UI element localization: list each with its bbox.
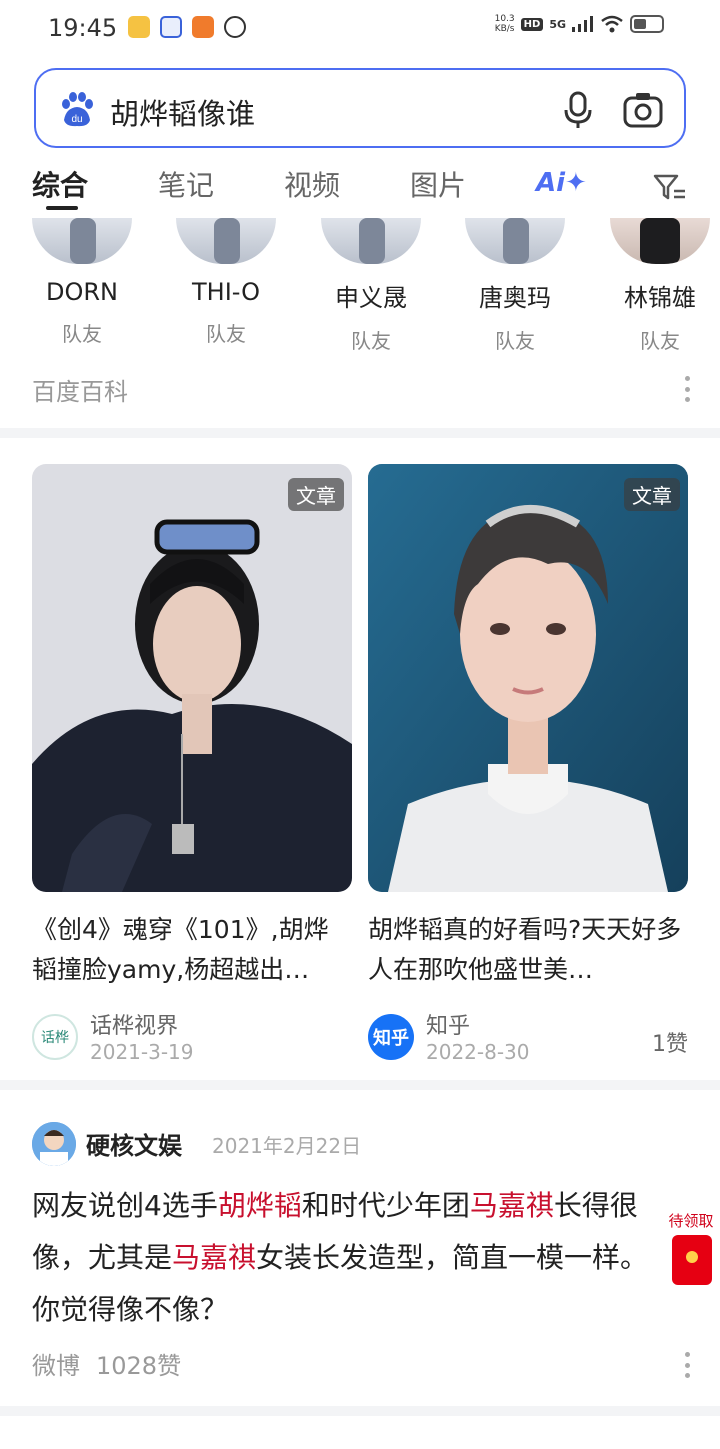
teammate-role: 队友 xyxy=(351,329,391,352)
teammate-role: 队友 xyxy=(495,329,535,352)
search-query[interactable]: 胡烨韬像谁 xyxy=(110,91,255,133)
search-tabs: 综合 笔记 视频 图片 Ai✦ xyxy=(0,160,720,210)
post-keyword: 胡烨韬 xyxy=(217,1189,302,1222)
tab-ai[interactable]: Ai✦ xyxy=(536,168,587,198)
article-card[interactable]: 文章 《创4》魂穿《101》,胡烨韬撞脸yamy,杨超越出… 话桦 话桦视界 2… xyxy=(32,464,352,1064)
net-speed-value: 10.3 xyxy=(494,14,515,24)
zhihu-logo: 知乎 xyxy=(368,1014,414,1060)
teammate-avatar xyxy=(176,218,276,264)
post-text: 和时代少年团 xyxy=(301,1189,470,1222)
section-divider xyxy=(0,1080,720,1090)
net-speed-unit: KB/s xyxy=(494,24,515,34)
post-keyword: 马嘉祺 xyxy=(469,1189,554,1222)
teammate-avatar xyxy=(321,218,421,264)
search-box[interactable]: du 胡烨韬像谁 xyxy=(34,68,686,148)
teammate-name: DORN xyxy=(46,278,118,306)
post-author[interactable]: 硬核文娱 xyxy=(86,1126,182,1161)
like-count[interactable]: 1赞 xyxy=(652,1026,688,1058)
article-meta: 话桦 话桦视界 2021-3-19 xyxy=(32,1008,352,1068)
wifi-icon xyxy=(601,15,623,33)
tab-comprehensive[interactable]: 综合 xyxy=(32,164,88,204)
teammate-card[interactable]: 唐奥玛 队友 xyxy=(455,218,575,352)
teammates-strip: DORN 队友 THI-O 队友 申义晟 队友 唐奥玛 队友 林锦雄 队友 xyxy=(0,218,720,352)
article-meta: 知乎 知乎 2022-8-30 1赞 xyxy=(368,1008,688,1068)
sync-notification-icon xyxy=(224,16,246,38)
teammate-name: 申义晟 xyxy=(335,284,407,312)
red-packet-label: 待领取 xyxy=(668,1212,714,1230)
status-bar: 19:45 10.3 KB/s HD 5G xyxy=(0,0,720,56)
app-notification-icon xyxy=(192,16,214,38)
source-name: 知乎 xyxy=(426,1014,471,1039)
microphone-icon[interactable] xyxy=(560,90,596,130)
article-thumbnail: 文章 xyxy=(32,464,352,892)
article-badge: 文章 xyxy=(624,478,680,511)
filter-icon[interactable] xyxy=(652,172,688,202)
battery-icon xyxy=(630,15,664,33)
teammate-avatar xyxy=(32,218,132,264)
post-footer: 微博 1028赞 xyxy=(32,1346,181,1381)
net-speed: 10.3 KB/s xyxy=(495,14,515,34)
article-photo xyxy=(368,464,688,892)
post-text: 网友说创4选手 xyxy=(32,1189,218,1222)
weibo-notification-icon xyxy=(128,16,150,38)
more-options-icon[interactable] xyxy=(684,376,690,402)
source-name: 话桦视界 xyxy=(90,1014,179,1039)
post-likes[interactable]: 1028赞 xyxy=(96,1352,181,1380)
tab-images[interactable]: 图片 xyxy=(410,164,466,204)
notification-icons xyxy=(128,16,246,38)
article-badge: 文章 xyxy=(288,478,344,511)
red-packet-widget[interactable]: 待领取 xyxy=(664,1210,720,1290)
teammate-name: THI-O xyxy=(191,278,260,306)
signal-bars-icon xyxy=(572,16,593,32)
teammate-card[interactable]: 林锦雄 队友 xyxy=(600,218,720,352)
red-packet-icon xyxy=(672,1235,712,1285)
tab-notes[interactable]: 笔记 xyxy=(158,164,214,204)
post-date: 2021年2月22日 xyxy=(212,1134,362,1158)
teammate-avatar xyxy=(610,218,710,264)
section-divider xyxy=(0,428,720,438)
baike-source-row: 百度百科 xyxy=(32,372,692,406)
svg-text:du: du xyxy=(71,114,82,125)
teammate-role: 队友 xyxy=(206,322,246,346)
teammate-role: 队友 xyxy=(62,322,102,346)
status-right: 10.3 KB/s HD 5G xyxy=(495,14,664,34)
section-divider xyxy=(0,1406,720,1416)
more-options-icon[interactable] xyxy=(684,1352,690,1378)
signal-label: 5G xyxy=(549,17,566,31)
teammate-name: 林锦雄 xyxy=(624,284,696,312)
article-title[interactable]: 《创4》魂穿《101》,胡烨韬撞脸yamy,杨超越出… xyxy=(32,910,352,990)
author-avatar[interactable] xyxy=(32,1122,76,1166)
post-source: 微博 xyxy=(32,1352,80,1380)
teammate-card[interactable]: DORN 队友 xyxy=(22,218,142,347)
baike-source-label[interactable]: 百度百科 xyxy=(32,378,128,406)
post-body[interactable]: 网友说创4选手胡烨韬和时代少年团马嘉祺长得很像，尤其是马嘉祺女装长发造型，简直一… xyxy=(32,1180,672,1336)
baidu-paw-icon: du xyxy=(62,92,93,127)
post-keyword: 马嘉祺 xyxy=(172,1241,257,1274)
active-tab-indicator xyxy=(46,206,78,210)
tab-videos[interactable]: 视频 xyxy=(284,164,340,204)
teammate-card[interactable]: THI-O 队友 xyxy=(166,218,286,347)
teammate-name: 唐奥玛 xyxy=(479,284,551,312)
status-time: 19:45 xyxy=(48,14,118,42)
article-photo xyxy=(32,464,352,892)
teammate-role: 队友 xyxy=(640,329,680,352)
article-card[interactable]: 文章 胡烨韬真的好看吗?天天好多人在那吹他盛世美… 知乎 知乎 2022-8-3… xyxy=(368,464,688,1064)
teammate-avatar xyxy=(465,218,565,264)
article-thumbnail: 文章 xyxy=(368,464,688,892)
article-title[interactable]: 胡烨韬真的好看吗?天天好多人在那吹他盛世美… xyxy=(368,910,688,990)
teammate-card[interactable]: 申义晟 队友 xyxy=(311,218,431,352)
source-date: 2022-8-30 xyxy=(426,1040,530,1064)
hd-badge: HD xyxy=(520,17,544,31)
baidu-notification-icon xyxy=(160,16,182,38)
source-date: 2021-3-19 xyxy=(90,1040,194,1064)
source-logo: 话桦 xyxy=(32,1014,78,1060)
camera-icon[interactable] xyxy=(622,90,664,130)
author-avatar-image xyxy=(32,1122,76,1166)
